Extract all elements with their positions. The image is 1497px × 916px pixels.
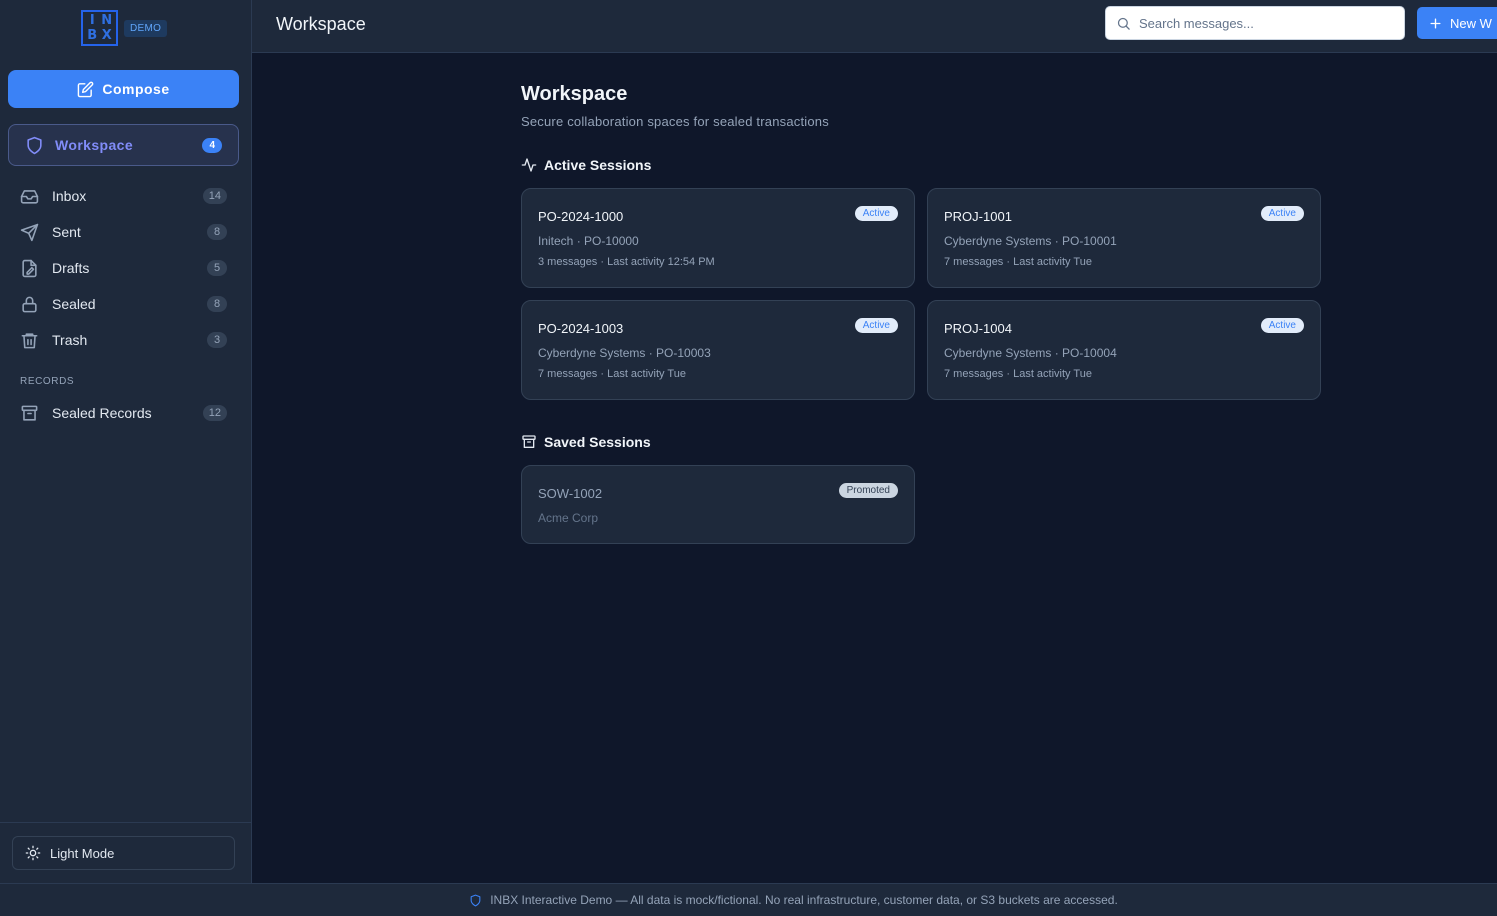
sidebar-item-label: Sealed Records bbox=[52, 405, 152, 421]
search-box[interactable] bbox=[1105, 6, 1405, 40]
demo-badge: DEMO bbox=[124, 19, 168, 37]
compose-label: Compose bbox=[102, 81, 170, 97]
section-title: Active Sessions bbox=[544, 157, 652, 173]
shield-icon bbox=[27, 136, 42, 154]
count-badge: 4 bbox=[202, 137, 222, 153]
count-badge: 3 bbox=[207, 332, 227, 348]
search-input[interactable] bbox=[1139, 15, 1389, 31]
inbx-logo-mark: I N B X bbox=[81, 10, 118, 46]
sidebar-item-label: Trash bbox=[52, 332, 88, 348]
sidebar-item-label: Inbox bbox=[52, 188, 87, 204]
session-title: PROJ-1001 bbox=[944, 209, 1012, 224]
session-company: Cyberdyne Systems · PO-10001 bbox=[944, 234, 1117, 248]
new-workspace-button[interactable]: New W bbox=[1417, 7, 1497, 39]
sidebar-item-inbox[interactable]: Inbox 14 bbox=[0, 178, 251, 214]
active-sessions-header: Active Sessions bbox=[521, 157, 651, 173]
saved-session-card[interactable]: SOW-1002 Promoted Acme Corp bbox=[521, 465, 915, 544]
logo-letter: X bbox=[101, 28, 112, 43]
session-title: PROJ-1004 bbox=[944, 321, 1012, 336]
saved-sessions-header: Saved Sessions bbox=[521, 434, 651, 450]
session-card[interactable]: PO-2024-1003 Active Cyberdyne Systems · … bbox=[521, 300, 915, 400]
trash-icon bbox=[21, 332, 38, 348]
logo-letter: B bbox=[87, 28, 98, 43]
sidebar-item-trash[interactable]: Trash 3 bbox=[0, 322, 251, 358]
session-title: PO-2024-1003 bbox=[538, 321, 624, 336]
page-title: Workspace bbox=[521, 83, 628, 105]
status-badge: Promoted bbox=[838, 483, 898, 498]
count-badge: 8 bbox=[207, 224, 227, 240]
status-badge: Active bbox=[1260, 318, 1304, 333]
main-content: Workspace Secure collaboration spaces fo… bbox=[252, 53, 1497, 883]
session-company: Acme Corp bbox=[538, 511, 599, 525]
theme-toggle-label: Light Mode bbox=[50, 845, 115, 861]
divider bbox=[0, 822, 251, 823]
shield-icon bbox=[470, 894, 481, 906]
sidebar-item-label: Workspace bbox=[55, 137, 134, 153]
sidebar-item-label: Sent bbox=[52, 224, 81, 240]
sidebar-item-label: Sealed bbox=[52, 296, 96, 312]
activity-icon bbox=[521, 158, 537, 172]
session-card[interactable]: PROJ-1004 Active Cyberdyne Systems · PO-… bbox=[927, 300, 1321, 400]
status-badge: Active bbox=[854, 318, 898, 333]
sidebar-item-label: Drafts bbox=[52, 260, 90, 276]
sidebar-item-workspace[interactable]: Workspace 4 bbox=[8, 124, 239, 166]
header-title: Workspace bbox=[276, 14, 366, 34]
search-icon bbox=[1117, 17, 1130, 30]
sidebar-nav: Inbox 14 Sent 8 Drafts 5 Sealed 8 Trash … bbox=[0, 178, 251, 358]
session-activity: 3 messages · Last activity 12:54 PM bbox=[538, 256, 715, 268]
sidebar-item-sent[interactable]: Sent 8 bbox=[0, 214, 251, 250]
logo-letter: N bbox=[101, 13, 113, 28]
draft-icon bbox=[22, 259, 37, 277]
app-root: I N B X DEMO Compose Workspace 4 Inbox 1… bbox=[0, 0, 1497, 916]
count-badge: 14 bbox=[202, 188, 227, 204]
status-badge: Active bbox=[1260, 206, 1304, 221]
archive-icon bbox=[21, 405, 38, 421]
records-nav: Sealed Records 12 bbox=[0, 395, 251, 431]
session-title: PO-2024-1000 bbox=[538, 209, 624, 224]
records-section-header: RECORDS bbox=[20, 376, 75, 387]
theme-toggle-button[interactable]: Light Mode bbox=[12, 836, 235, 870]
edit-icon bbox=[78, 81, 94, 97]
plus-icon bbox=[1430, 17, 1441, 29]
status-badge: Active bbox=[854, 206, 898, 221]
top-header: Workspace New W bbox=[252, 0, 1497, 53]
session-card[interactable]: PO-2024-1000 Active Initech · PO-10000 3… bbox=[521, 188, 915, 288]
session-company: Cyberdyne Systems · PO-10003 bbox=[538, 346, 711, 360]
session-title: SOW-1002 bbox=[538, 486, 603, 501]
send-icon bbox=[20, 223, 39, 241]
sidebar-item-sealed-records[interactable]: Sealed Records 12 bbox=[0, 395, 251, 431]
compose-button[interactable]: Compose bbox=[8, 70, 239, 108]
inbox-icon bbox=[20, 189, 39, 204]
lock-icon bbox=[22, 296, 37, 312]
sun-icon bbox=[25, 845, 41, 861]
count-badge: 5 bbox=[207, 260, 227, 276]
session-card[interactable]: PROJ-1001 Active Cyberdyne Systems · PO-… bbox=[927, 188, 1321, 288]
logo[interactable]: I N B X DEMO bbox=[81, 10, 168, 46]
session-activity: 7 messages · Last activity Tue bbox=[944, 256, 1092, 268]
sidebar: I N B X DEMO Compose Workspace 4 Inbox 1… bbox=[0, 0, 252, 883]
demo-disclaimer-banner: INBX Interactive Demo — All data is mock… bbox=[0, 883, 1497, 916]
session-activity: 7 messages · Last activity Tue bbox=[538, 368, 686, 380]
count-badge: 12 bbox=[202, 405, 227, 421]
logo-letter: I bbox=[89, 13, 95, 28]
section-title: Saved Sessions bbox=[544, 434, 651, 450]
disclaimer-text: INBX Interactive Demo — All data is mock… bbox=[490, 893, 1118, 907]
session-company: Initech · PO-10000 bbox=[538, 234, 639, 248]
sidebar-item-sealed[interactable]: Sealed 8 bbox=[0, 286, 251, 322]
new-workspace-label: New W bbox=[1450, 15, 1492, 31]
session-company: Cyberdyne Systems · PO-10004 bbox=[944, 346, 1117, 360]
session-activity: 7 messages · Last activity Tue bbox=[944, 368, 1092, 380]
count-badge: 8 bbox=[207, 296, 227, 312]
sidebar-item-drafts[interactable]: Drafts 5 bbox=[0, 250, 251, 286]
page-subtitle: Secure collaboration spaces for sealed t… bbox=[521, 114, 829, 129]
archive-icon bbox=[522, 435, 536, 448]
